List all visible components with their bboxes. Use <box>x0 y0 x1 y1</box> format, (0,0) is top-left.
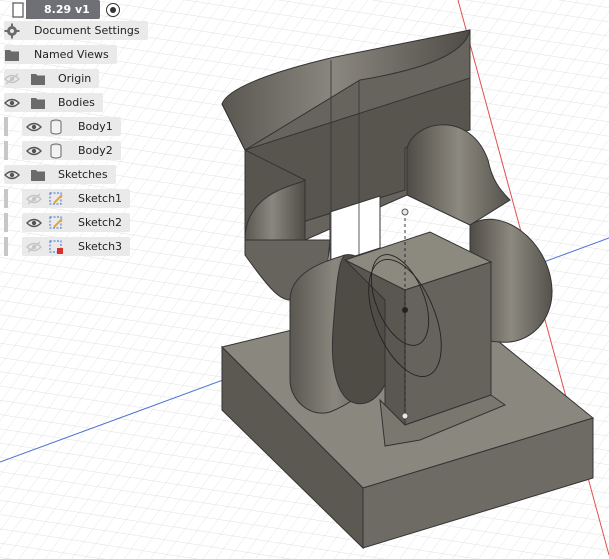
version-label: 8.29 v1 <box>26 0 100 19</box>
browser-item-sketches[interactable]: Sketches <box>4 165 116 184</box>
tree-indent <box>4 189 8 208</box>
eye-icon[interactable] <box>26 143 42 159</box>
eye-hidden-icon[interactable] <box>26 239 42 255</box>
tree-indent <box>4 237 8 256</box>
document-version-bar: 8.29 v1 <box>0 0 120 19</box>
eye-hidden-icon[interactable] <box>26 191 42 207</box>
browser-item-sketch3[interactable]: Sketch3 <box>22 237 131 256</box>
browser-item-document-settings[interactable]: Document Settings <box>4 21 148 40</box>
browser-item-bodies[interactable]: Bodies <box>4 93 103 112</box>
folder-icon <box>30 71 46 87</box>
browser-item-sketch2[interactable]: Sketch2 <box>22 213 131 232</box>
document-icon <box>10 1 26 18</box>
body-icon <box>48 119 64 135</box>
sketch-error-icon <box>48 239 64 255</box>
browser-item-origin[interactable]: Origin <box>4 69 100 88</box>
browser-item-body1[interactable]: Body1 <box>22 117 121 136</box>
eye-icon[interactable] <box>4 167 20 183</box>
eye-icon[interactable] <box>4 95 20 111</box>
tree-indent <box>4 141 8 160</box>
browser-item-sketch1[interactable]: Sketch1 <box>22 189 131 208</box>
eye-hidden-icon[interactable] <box>4 71 20 87</box>
gear-icon <box>4 23 20 39</box>
tree-indent <box>4 213 8 232</box>
folder-icon <box>30 95 46 111</box>
tree-indent <box>4 117 8 136</box>
browser-item-body2[interactable]: Body2 <box>22 141 121 160</box>
folder-icon <box>4 47 20 63</box>
sketch-icon <box>48 191 64 207</box>
active-document-radio[interactable] <box>105 2 120 17</box>
eye-icon[interactable] <box>26 119 42 135</box>
body-icon <box>48 143 64 159</box>
sketch-icon <box>48 215 64 231</box>
browser-item-named-views[interactable]: Named Views <box>4 45 117 64</box>
eye-icon[interactable] <box>26 215 42 231</box>
folder-icon <box>30 167 46 183</box>
